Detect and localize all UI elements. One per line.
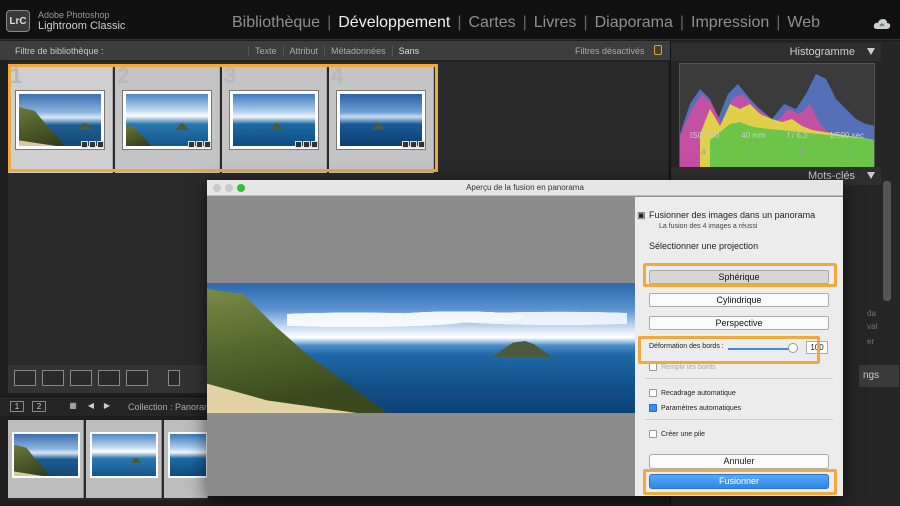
checkbox-box[interactable] [649, 430, 657, 438]
panorama-preview [207, 197, 635, 496]
fill-edges-checkbox[interactable]: Remplir les bords [649, 363, 715, 371]
loupe-view-icon[interactable] [42, 370, 64, 386]
highlight-spherical [643, 263, 837, 287]
filter-attribute[interactable]: Attribut [282, 46, 325, 56]
histogram-title: Histogramme [789, 46, 855, 58]
library-filter-bar: Filtre de bibliothèque : Texte Attribut … [0, 41, 670, 61]
projection-label: Sélectionner une projection [649, 241, 759, 251]
filmstrip-item[interactable] [86, 420, 162, 498]
filter-options: Texte Attribut Métadonnées Sans [248, 46, 425, 56]
module-separator: | [457, 14, 462, 31]
module-separator: | [679, 14, 685, 31]
lrc-logo: LrC [6, 10, 30, 32]
lock-icon[interactable] [654, 45, 662, 55]
filter-label: Filtre de bibliothèque : [15, 46, 104, 56]
page-1-button[interactable]: 1 [10, 401, 24, 412]
cloud-sync-icon[interactable] [873, 18, 891, 30]
compare-view-icon[interactable] [70, 370, 92, 386]
selection-highlight [8, 64, 438, 172]
filter-metadata[interactable]: Métadonnées [324, 46, 392, 56]
checkbox-box-checked[interactable] [649, 404, 657, 412]
page-2-button[interactable]: 2 [32, 401, 46, 412]
filmstrip-item[interactable] [164, 420, 208, 498]
checkbox-box[interactable] [649, 389, 657, 397]
people-view-icon[interactable] [126, 370, 148, 386]
divider [645, 419, 833, 420]
panorama-image [207, 283, 635, 413]
module-separator: | [522, 14, 527, 31]
dialog-heading: Fusionner des images dans un panorama [649, 210, 816, 220]
module-impression[interactable]: Impression [687, 14, 773, 32]
brand-lightroom: Lightroom Classic [38, 20, 126, 32]
highlight-merge [643, 469, 837, 495]
module-picker: Bibliothèque | Développement | Cartes | … [228, 14, 824, 32]
panel-side-text: er [867, 337, 875, 346]
settings-button[interactable]: ngs [859, 365, 899, 387]
filmstrip-thumbnail[interactable] [168, 432, 208, 478]
filmstrip-item[interactable] [8, 420, 84, 498]
count-value: 0 [750, 148, 755, 157]
panel-side-text: val [867, 322, 878, 331]
zoom-window-icon[interactable] [237, 184, 245, 192]
module-livres[interactable]: Livres [530, 14, 581, 32]
auto-crop-checkbox[interactable]: Recadrage automatique [649, 389, 736, 397]
module-diaporama[interactable]: Diaporama [591, 14, 677, 32]
survey-view-icon[interactable] [98, 370, 120, 386]
module-bibliotheque[interactable]: Bibliothèque [228, 14, 324, 32]
auto-settings-label: Paramètres automatiques [661, 404, 742, 412]
filter-text[interactable]: Texte [248, 46, 283, 56]
module-cartes[interactable]: Cartes [464, 14, 519, 32]
focal-length: 40 mm [741, 131, 766, 140]
filter-none[interactable]: Sans [391, 46, 426, 56]
dialog-title: Aperçu de la fusion en panorama [466, 183, 584, 192]
perspective-button[interactable]: Perspective [649, 316, 829, 330]
checkbox-box[interactable] [649, 363, 657, 371]
module-separator: | [327, 14, 332, 31]
brand-adobe: Adobe Photoshop [38, 10, 110, 20]
filmstrip-thumbnail[interactable] [12, 432, 80, 478]
count-value: 0 [799, 148, 804, 157]
create-stack-checkbox[interactable]: Créer une pile [649, 430, 705, 438]
minimize-window-icon[interactable] [225, 184, 233, 192]
highlight-boundary-warp [638, 336, 820, 364]
module-separator: | [776, 14, 781, 31]
module-web[interactable]: Web [783, 14, 824, 32]
iso-value: ISO 200 [689, 131, 720, 140]
module-separator: | [583, 14, 588, 31]
count-value: 4 [701, 148, 706, 157]
histogram-header[interactable]: Histogramme [671, 43, 881, 61]
grid-view-icon[interactable] [14, 370, 36, 386]
auto-crop-label: Recadrage automatique [661, 389, 736, 397]
create-stack-label: Créer une pile [661, 430, 705, 438]
cancel-button[interactable]: Annuler [649, 454, 829, 469]
panel-scrollbar[interactable] [883, 181, 891, 301]
aperture-value: f / 6,3 [787, 131, 808, 140]
divider [645, 378, 833, 379]
filmstrip [8, 420, 208, 500]
grid-icon[interactable]: ▦ [66, 401, 80, 412]
panel-side-text: da [867, 309, 876, 318]
spray-can-icon[interactable] [168, 370, 180, 386]
collection-path[interactable]: Collection : Panoram [128, 402, 212, 412]
cylindrical-button[interactable]: Cylindrique [649, 293, 829, 307]
filmstrip-header: 1 2 ▦ ◀ ▶ Collection : Panoram [0, 396, 212, 416]
back-arrow-icon[interactable]: ◀ [84, 401, 98, 412]
module-developpement[interactable]: Développement [334, 14, 454, 32]
histogram-counts: 4 0 0 0 [679, 148, 875, 157]
panorama-icon: ▣ [637, 210, 646, 220]
merge-status: La fusion des 4 images a réussi [659, 223, 758, 230]
filmstrip-thumbnail[interactable] [90, 432, 158, 478]
filter-status[interactable]: Filtres désactivés [575, 46, 645, 56]
auto-settings-checkbox[interactable]: Paramètres automatiques [649, 404, 741, 412]
exif-info: ISO 200 40 mm f / 6,3 1/500 sec [679, 131, 875, 140]
close-window-icon[interactable] [213, 184, 221, 192]
count-value: 0 [848, 148, 853, 157]
grid-toolbar [8, 365, 208, 393]
dialog-titlebar: Aperçu de la fusion en panorama [207, 180, 843, 196]
forward-arrow-icon[interactable]: ▶ [100, 401, 114, 412]
shutter-speed: 1/500 sec [829, 131, 865, 140]
fill-edges-label: Remplir les bords [661, 363, 716, 371]
collapse-triangle-icon[interactable] [867, 48, 875, 55]
collapse-triangle-icon[interactable] [867, 172, 875, 179]
